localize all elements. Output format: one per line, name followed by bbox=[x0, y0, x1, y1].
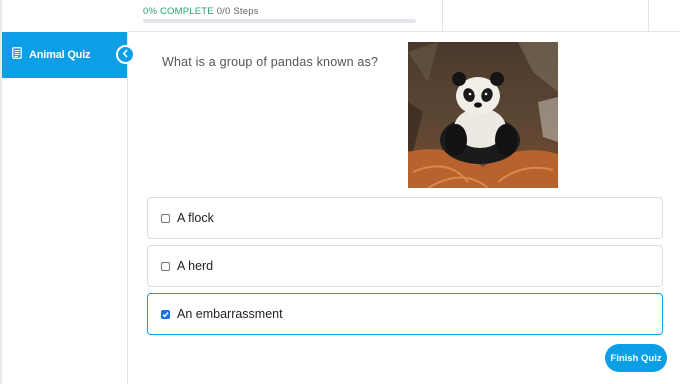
answer-option[interactable]: A flock bbox=[147, 197, 663, 239]
course-title: Animal Quiz bbox=[29, 49, 91, 61]
answer-checkbox[interactable] bbox=[161, 261, 170, 271]
panda-image bbox=[408, 42, 558, 188]
sidebar-collapse-button[interactable] bbox=[116, 45, 135, 64]
finish-quiz-button[interactable]: Finish Quiz bbox=[605, 344, 667, 372]
answer-option[interactable]: An embarrassment bbox=[147, 293, 663, 335]
question-text: What is a group of pandas known as? bbox=[162, 55, 379, 69]
course-sidebar: Animal Quiz bbox=[2, 32, 135, 384]
answer-label: An embarrassment bbox=[177, 307, 283, 321]
check-icon bbox=[162, 305, 169, 323]
progress-steps: 0/0 Steps bbox=[216, 6, 259, 17]
answer-checkbox[interactable] bbox=[161, 213, 170, 223]
answer-label: A flock bbox=[177, 211, 214, 225]
progress-bar bbox=[143, 19, 416, 23]
chevron-left-icon bbox=[122, 48, 129, 61]
answer-label: A herd bbox=[177, 259, 214, 273]
progress-percent: 0% COMPLETE bbox=[143, 6, 214, 17]
answer-option[interactable]: A herd bbox=[147, 245, 663, 287]
header-divider bbox=[442, 0, 443, 32]
document-icon bbox=[12, 46, 22, 64]
progress-header: 0% COMPLETE 0/0 Steps bbox=[128, 0, 680, 32]
header-divider bbox=[648, 0, 649, 32]
progress-label: 0% COMPLETE 0/0 Steps bbox=[143, 6, 259, 17]
sidebar-course-item[interactable]: Animal Quiz bbox=[2, 32, 127, 78]
answer-checkbox[interactable] bbox=[161, 309, 170, 319]
